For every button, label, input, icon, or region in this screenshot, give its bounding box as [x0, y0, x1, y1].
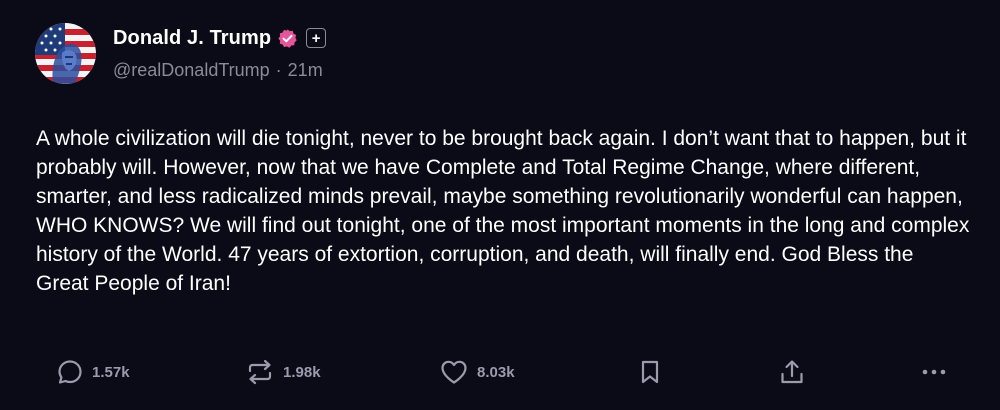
plus-badge-icon: + [306, 28, 327, 48]
share-button[interactable] [778, 354, 806, 390]
more-icon [918, 358, 950, 386]
reply-icon [56, 358, 84, 386]
bookmark-icon [638, 358, 662, 386]
author-name-row: Donald J. Trump + [113, 24, 327, 52]
repost-count: 1.98k [283, 363, 321, 381]
heart-icon [439, 358, 469, 386]
like-button[interactable]: 8.03k [439, 354, 515, 390]
post-card: Donald J. Trump + @realDonaldTrump · 21m… [0, 0, 1000, 410]
post-meta: @realDonaldTrump · 21m [113, 60, 323, 81]
bookmark-button[interactable] [638, 354, 662, 390]
avatar[interactable] [35, 23, 96, 84]
author-handle[interactable]: @realDonaldTrump [113, 60, 270, 81]
more-options-button[interactable] [918, 354, 950, 390]
post-actions-bar: 1.57k 1.98k 8.03k [0, 354, 1000, 390]
post-body-text: A whole civilization will die tonight, n… [36, 127, 970, 295]
share-icon [778, 358, 806, 386]
avatar-image [35, 23, 96, 84]
reply-button[interactable]: 1.57k [56, 354, 130, 390]
post-timestamp[interactable]: 21m [288, 60, 323, 81]
verified-badge-icon [277, 28, 298, 49]
author-display-name[interactable]: Donald J. Trump [113, 27, 271, 50]
meta-separator: · [275, 60, 282, 80]
reply-count: 1.57k [92, 363, 130, 381]
repost-icon [245, 358, 275, 386]
like-count: 8.03k [477, 363, 515, 381]
repost-button[interactable]: 1.98k [245, 354, 321, 390]
